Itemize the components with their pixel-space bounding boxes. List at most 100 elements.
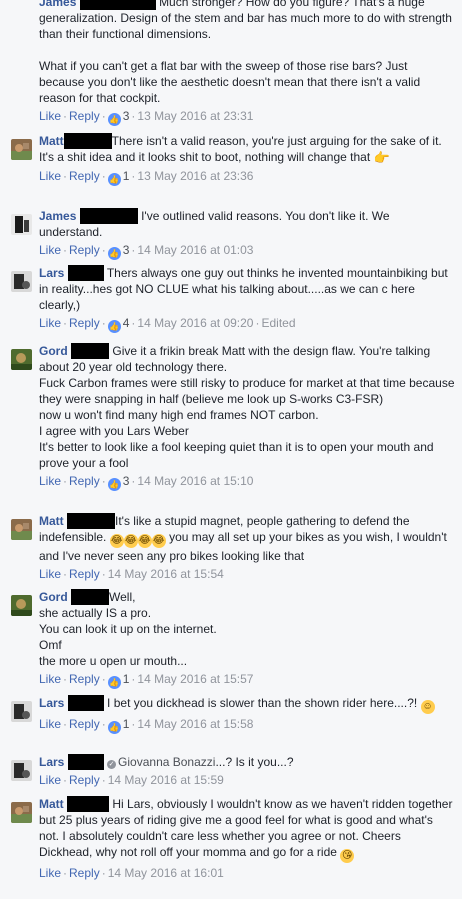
timestamp[interactable]: 14 May 2016 at 15:58 <box>137 717 253 731</box>
laughing-emoji-icon: 😂 <box>151 534 166 548</box>
laughing-emoji-icon: 😂 <box>109 534 124 548</box>
avatar[interactable] <box>11 701 32 722</box>
comment-author[interactable]: Lars <box>39 266 64 280</box>
comment-author[interactable]: Lars <box>39 696 64 710</box>
redacted-surname <box>67 265 104 281</box>
comment-actions: Like · Reply · 👍 1 · 14 May 2016 at 15:57 <box>39 672 254 689</box>
comment-actions: Like · Reply · 👍 3 · 14 May 2016 at 15:10 <box>39 474 254 491</box>
kissing-emoji-icon: 😘 <box>340 849 355 863</box>
comment-author[interactable]: Gord <box>39 590 68 604</box>
thumbs-up-icon: 👍 <box>107 173 121 186</box>
reply-button[interactable]: Reply <box>69 773 100 787</box>
comment-actions: Like · Reply · 14 May 2016 at 15:59 <box>39 773 224 787</box>
avatar[interactable] <box>11 802 32 823</box>
comment-thread: James Much stronger? How do you figure? … <box>0 0 462 899</box>
thumbs-up-icon: 👍 <box>107 247 121 260</box>
comment-text: Matt There isn't a valid reason, you're j… <box>39 133 456 166</box>
like-button[interactable]: Like <box>39 316 61 330</box>
timestamp[interactable]: 13 May 2016 at 23:36 <box>137 169 253 183</box>
thumbs-up-icon: 👍 <box>107 113 121 126</box>
comment-author[interactable]: James <box>39 0 76 9</box>
comment-body: I bet you dickhead is slower than the sh… <box>107 696 418 710</box>
timestamp[interactable]: 14 May 2016 at 15:54 <box>108 567 224 581</box>
comment-text: Lars Thers always one guy out thinks he … <box>39 265 456 313</box>
comment-author[interactable]: Matt <box>39 797 64 811</box>
comment-actions: Like · Reply · 14 May 2016 at 16:01 <box>39 866 224 880</box>
edited-label[interactable]: Edited <box>261 316 295 330</box>
reply-button[interactable]: Reply <box>69 316 100 330</box>
comment-actions: Like · Reply · 14 May 2016 at 15:54 <box>39 567 224 581</box>
avatar[interactable] <box>11 760 32 781</box>
comment-text: James I've outlined valid reasons. You d… <box>39 208 456 240</box>
thumbs-up-icon: 👍 <box>107 676 121 689</box>
comment-text: Lars I bet you dickhead is slower than t… <box>39 695 456 714</box>
laughing-emoji-icon: 😂 <box>123 534 138 548</box>
redacted-surname <box>67 513 116 529</box>
redacted-surname <box>71 343 110 359</box>
comment-actions: Like · Reply · 👍 1 · 14 May 2016 at 15:58 <box>39 717 254 734</box>
timestamp[interactable]: 14 May 2016 at 15:57 <box>137 672 253 686</box>
comment-text: Lars ✓ Giovanna Bonazzi...? Is it you...? <box>39 754 456 770</box>
avatar[interactable] <box>11 349 32 370</box>
comment-actions: Like · Reply · 👍 1 · 13 May 2016 at 23:36 <box>39 169 254 186</box>
comment-text: James Much stronger? How do you figure? … <box>39 0 456 106</box>
like-button[interactable]: Like <box>39 773 61 787</box>
comment-author[interactable]: Lars <box>39 755 64 769</box>
reply-button[interactable]: Reply <box>69 474 100 488</box>
comment-actions: Like · Reply · 👍 3 · 14 May 2016 at 01:03 <box>39 243 254 260</box>
like-button[interactable]: Like <box>39 866 61 880</box>
avatar[interactable] <box>11 595 32 616</box>
thumbs-up-icon: 👍 <box>107 478 121 491</box>
timestamp[interactable]: 14 May 2016 at 15:10 <box>137 474 253 488</box>
mention-tag[interactable]: Giovanna Bonazzi <box>118 755 215 769</box>
reply-button[interactable]: Reply <box>69 672 100 686</box>
pointing-hand-emoji-icon: 👉 <box>373 150 390 165</box>
like-button[interactable]: Like <box>39 109 61 123</box>
comment-body: Give it a frikin break Matt with the des… <box>39 344 455 470</box>
avatar[interactable] <box>11 519 32 540</box>
redacted-surname <box>67 754 104 770</box>
redacted-surname <box>63 133 112 149</box>
comment-author[interactable]: Gord <box>39 344 68 358</box>
comment-text: Matt It's like a stupid magnet, people g… <box>39 513 456 564</box>
like-button[interactable]: Like <box>39 717 61 731</box>
timestamp[interactable]: 14 May 2016 at 09:20 <box>137 316 253 330</box>
like-button[interactable]: Like <box>39 672 61 686</box>
reply-button[interactable]: Reply <box>69 717 100 731</box>
comment-actions: Like · Reply · 👍 3 · 13 May 2016 at 23:31 <box>39 109 254 126</box>
avatar[interactable] <box>11 214 32 235</box>
thumbs-up-icon: 👍 <box>107 320 121 333</box>
timestamp[interactable]: 14 May 2016 at 16:01 <box>108 866 224 880</box>
reply-button[interactable]: Reply <box>69 866 100 880</box>
avatar[interactable] <box>11 139 32 160</box>
timestamp[interactable]: 13 May 2016 at 23:31 <box>137 109 253 123</box>
reply-button[interactable]: Reply <box>69 169 100 183</box>
smiling-emoji-icon: ☺ <box>420 700 435 714</box>
comment-text: Gord Give it a frikin break Matt with th… <box>39 343 456 471</box>
reply-button[interactable]: Reply <box>69 567 100 581</box>
verified-mention-icon: ✓ <box>107 760 117 769</box>
avatar[interactable] <box>11 271 32 292</box>
redacted-surname <box>79 208 138 224</box>
reply-button[interactable]: Reply <box>69 109 100 123</box>
redacted-surname <box>79 0 156 10</box>
timestamp[interactable]: 14 May 2016 at 15:59 <box>108 773 224 787</box>
comment-author[interactable]: James <box>39 209 76 223</box>
comment-text: Gord Well, she actually IS a pro. You ca… <box>39 589 456 669</box>
laughing-emoji-icon: 😂 <box>137 534 152 548</box>
like-button[interactable]: Like <box>39 474 61 488</box>
thumbs-up-icon: 👍 <box>107 721 121 734</box>
like-button[interactable]: Like <box>39 567 61 581</box>
like-button[interactable]: Like <box>39 243 61 257</box>
reply-button[interactable]: Reply <box>69 243 100 257</box>
like-button[interactable]: Like <box>39 169 61 183</box>
comment-author[interactable]: Matt <box>39 134 64 148</box>
redacted-surname <box>71 589 110 605</box>
redacted-surname <box>67 695 104 711</box>
comment-body: ...? Is it you...? <box>215 755 294 769</box>
comment-body: Much stronger? How do you figure? That's… <box>39 0 452 105</box>
timestamp[interactable]: 14 May 2016 at 01:03 <box>137 243 253 257</box>
comment-author[interactable]: Matt <box>39 514 64 528</box>
comment-text: Matt Hi Lars, obviously I wouldn't know … <box>39 796 456 863</box>
comment-actions: Like · Reply · 👍 4 · 14 May 2016 at 09:20 · Edite… <box>39 316 296 333</box>
